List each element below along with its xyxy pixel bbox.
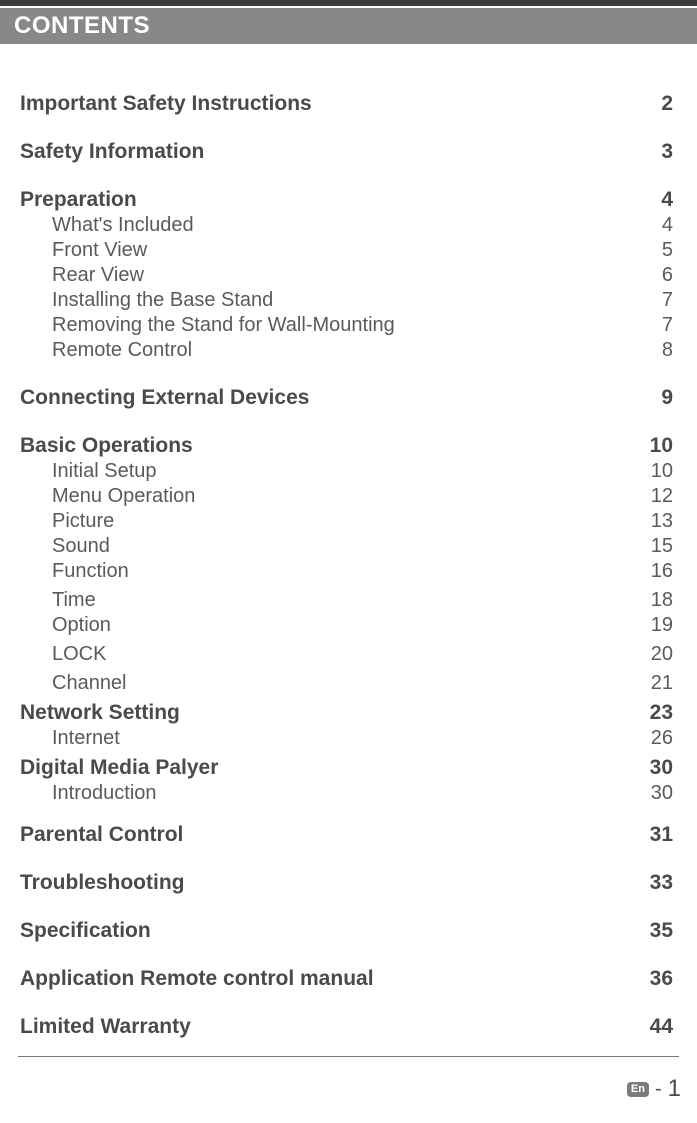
toc-page: 9 [661,386,673,410]
toc-sub: Rear View 6 [20,264,673,287]
toc-sub: Time 18 [20,589,673,612]
footer-page-number: 1 [668,1075,681,1103]
toc-section: Preparation 4 [20,188,673,212]
toc-page: 31 [650,823,673,847]
toc-page: 20 [651,643,673,666]
toc-title: Front View [52,239,147,262]
toc-title: Installing the Base Stand [52,289,273,312]
toc-page: 19 [651,614,673,637]
toc-section: Troubleshooting 33 [20,871,673,895]
toc-page: 10 [651,460,673,483]
toc-title: Remote Control [52,339,192,362]
language-badge: En [627,1082,649,1097]
toc-title: Initial Setup [52,460,157,483]
toc-page: 30 [650,756,673,780]
toc-sub: What's Included 4 [20,214,673,237]
toc-title: Menu Operation [52,485,195,508]
toc-title: What's Included [52,214,194,237]
toc-title: Option [52,614,111,637]
top-bar [0,0,697,6]
toc-sub: Picture 13 [20,510,673,533]
toc-sub: Front View 5 [20,239,673,262]
toc-section: Parental Control 31 [20,823,673,847]
toc-title: Preparation [20,188,137,212]
toc-sub: LOCK 20 [20,643,673,666]
toc-page: 7 [662,289,673,312]
toc-sub: Function 16 [20,560,673,583]
page-footer: En - 1 [627,1075,681,1103]
toc-sub: Removing the Stand for Wall-Mounting 7 [20,314,673,337]
toc-page: 2 [661,92,673,116]
toc-title: Picture [52,510,114,533]
toc-page: 18 [651,589,673,612]
toc-section: Safety Information 3 [20,140,673,164]
toc-sub: Installing the Base Stand 7 [20,289,673,312]
contents-header: CONTENTS [0,8,697,44]
toc-title: Sound [52,535,110,558]
toc-section: Important Safety Instructions 2 [20,92,673,116]
toc-title: Safety Information [20,140,204,164]
toc-title: Specification [20,919,151,943]
toc-page: 30 [651,782,673,805]
toc-title: Digital Media Palyer [20,756,218,780]
footer-dash: - [655,1078,662,1101]
toc-container: Important Safety Instructions 2 Safety I… [0,44,697,1039]
toc-page: 44 [650,1015,673,1039]
toc-page: 15 [651,535,673,558]
contents-title: CONTENTS [14,12,150,39]
toc-title: Basic Operations [20,434,193,458]
toc-page: 7 [662,314,673,337]
toc-page: 23 [650,701,673,725]
toc-title: Important Safety Instructions [20,92,312,116]
toc-page: 3 [661,140,673,164]
toc-page: 10 [650,434,673,458]
toc-section: Digital Media Palyer 30 [20,756,673,780]
toc-page: 8 [662,339,673,362]
toc-title: Network Setting [20,701,180,725]
toc-page: 16 [651,560,673,583]
toc-page: 33 [650,871,673,895]
toc-section: Specification 35 [20,919,673,943]
toc-page: 12 [651,485,673,508]
toc-page: 36 [650,967,673,991]
toc-title: Function [52,560,129,583]
toc-page: 5 [662,239,673,262]
toc-section: Network Setting 23 [20,701,673,725]
toc-title: Application Remote control manual [20,967,374,991]
toc-title: Parental Control [20,823,183,847]
toc-page: 21 [651,672,673,695]
toc-sub: Initial Setup 10 [20,460,673,483]
footer-divider [18,1056,679,1057]
toc-title: Internet [52,727,120,750]
toc-sub: Menu Operation 12 [20,485,673,508]
toc-sub: Remote Control 8 [20,339,673,362]
toc-page: 13 [651,510,673,533]
toc-title: Channel [52,672,127,695]
toc-title: Troubleshooting [20,871,184,895]
toc-section: Basic Operations 10 [20,434,673,458]
toc-title: Time [52,589,96,612]
toc-page: 26 [651,727,673,750]
toc-page: 35 [650,919,673,943]
toc-page: 4 [661,188,673,212]
toc-title: Removing the Stand for Wall-Mounting [52,314,395,337]
toc-sub: Introduction 30 [20,782,673,805]
toc-section: Application Remote control manual 36 [20,967,673,991]
toc-page: 4 [662,214,673,237]
toc-section: Limited Warranty 44 [20,1015,673,1039]
toc-sub: Internet 26 [20,727,673,750]
toc-title: LOCK [52,643,106,666]
toc-title: Rear View [52,264,144,287]
toc-sub: Channel 21 [20,672,673,695]
toc-section: Connecting External Devices 9 [20,386,673,410]
toc-title: Connecting External Devices [20,386,309,410]
toc-sub: Sound 15 [20,535,673,558]
toc-sub: Option 19 [20,614,673,637]
toc-page: 6 [662,264,673,287]
toc-title: Introduction [52,782,157,805]
toc-title: Limited Warranty [20,1015,191,1039]
